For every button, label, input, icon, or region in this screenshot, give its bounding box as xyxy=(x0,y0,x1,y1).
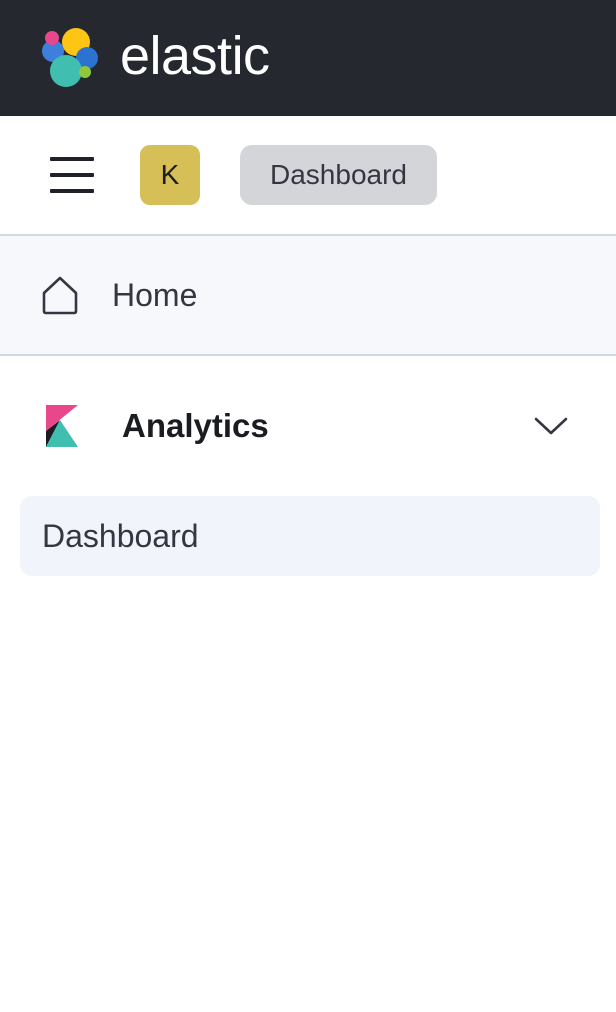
nav-home-label: Home xyxy=(112,276,198,313)
menu-line xyxy=(50,173,94,177)
hamburger-menu-icon[interactable] xyxy=(50,157,94,193)
elastic-logo-icon[interactable] xyxy=(38,26,102,90)
top-header-bar: elastic xyxy=(0,0,616,116)
nav-section-analytics[interactable]: Analytics xyxy=(0,356,616,496)
menu-line xyxy=(50,157,94,161)
nav-item-dashboard[interactable]: Dashboard xyxy=(20,496,600,576)
secondary-header: K Dashboard xyxy=(0,116,616,236)
space-avatar[interactable]: K xyxy=(140,145,200,205)
breadcrumb-dashboard[interactable]: Dashboard xyxy=(240,145,437,205)
brand-name: elastic xyxy=(120,26,270,86)
kibana-icon xyxy=(46,405,78,447)
menu-line xyxy=(50,189,94,193)
chevron-down-icon[interactable] xyxy=(534,416,568,436)
nav-home-link[interactable]: Home xyxy=(0,236,616,356)
home-icon xyxy=(42,276,78,315)
nav-section-title: Analytics xyxy=(122,407,269,444)
